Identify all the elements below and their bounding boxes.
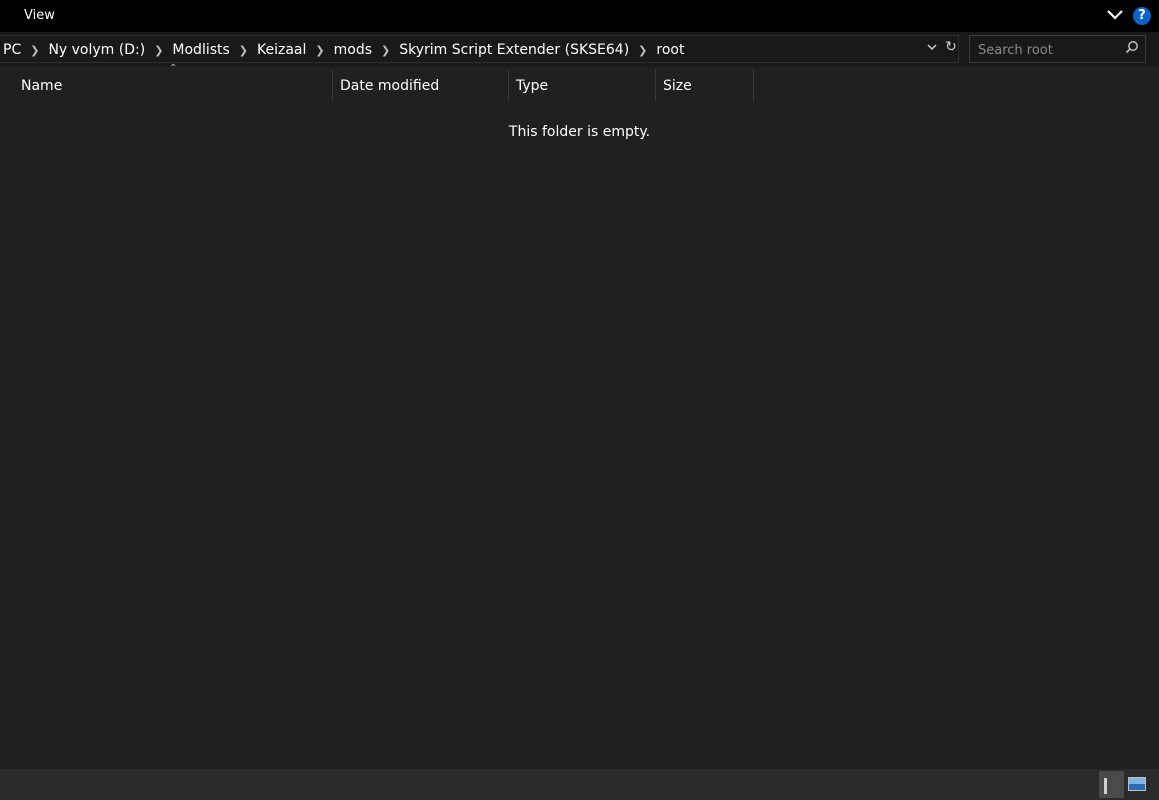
crumb-pc[interactable]: PC — [0, 42, 25, 58]
ribbon-bar: View ? — [0, 0, 1159, 32]
chevron-right-icon[interactable]: ❯ — [25, 44, 44, 57]
chevron-down-icon[interactable] — [1105, 7, 1125, 25]
menu-view[interactable]: View — [24, 8, 55, 23]
crumb-keizaal[interactable]: Keizaal — [253, 42, 310, 58]
chevron-right-icon[interactable]: ❯ — [633, 44, 652, 57]
address-bar[interactable]: PC ❯ Ny volym (D:) ❯ Modlists ❯ Keizaal … — [0, 35, 959, 63]
chevron-right-icon[interactable]: ❯ — [310, 44, 329, 57]
large-icons-view-icon[interactable] — [1128, 777, 1146, 791]
search-icon[interactable] — [1124, 40, 1140, 58]
address-history-chevron-icon[interactable] — [924, 41, 940, 57]
crumb-skse64[interactable]: Skyrim Script Extender (SKSE64) — [395, 42, 633, 58]
column-header-name[interactable]: Name — [0, 69, 333, 101]
breadcrumb: PC ❯ Ny volym (D:) ❯ Modlists ❯ Keizaal … — [0, 36, 688, 64]
chevron-right-icon[interactable]: ❯ — [149, 44, 168, 57]
chevron-right-icon[interactable]: ❯ — [376, 44, 395, 57]
crumb-modlists[interactable]: Modlists — [168, 42, 233, 58]
details-view-icon — [1104, 778, 1107, 794]
details-view-button[interactable] — [1099, 771, 1124, 798]
column-header-date-modified[interactable]: Date modified — [333, 69, 509, 101]
help-icon[interactable]: ? — [1133, 7, 1151, 25]
navigation-row: PC ❯ Ny volym (D:) ❯ Modlists ❯ Keizaal … — [0, 32, 1159, 67]
search-input[interactable] — [976, 40, 1120, 60]
crumb-drive[interactable]: Ny volym (D:) — [44, 42, 149, 58]
column-header-size[interactable]: Size — [656, 69, 754, 101]
search-box[interactable] — [969, 35, 1146, 63]
crumb-root[interactable]: root — [652, 42, 688, 58]
empty-folder-message: This folder is empty. — [508, 124, 651, 140]
crumb-mods[interactable]: mods — [330, 42, 376, 58]
column-header-type[interactable]: Type — [509, 69, 656, 101]
status-bar — [0, 769, 1159, 800]
chevron-right-icon[interactable]: ❯ — [234, 44, 253, 57]
column-headers: ⌃ Name Date modified Type Size — [0, 63, 1159, 102]
refresh-icon[interactable]: ↻ — [943, 39, 959, 59]
